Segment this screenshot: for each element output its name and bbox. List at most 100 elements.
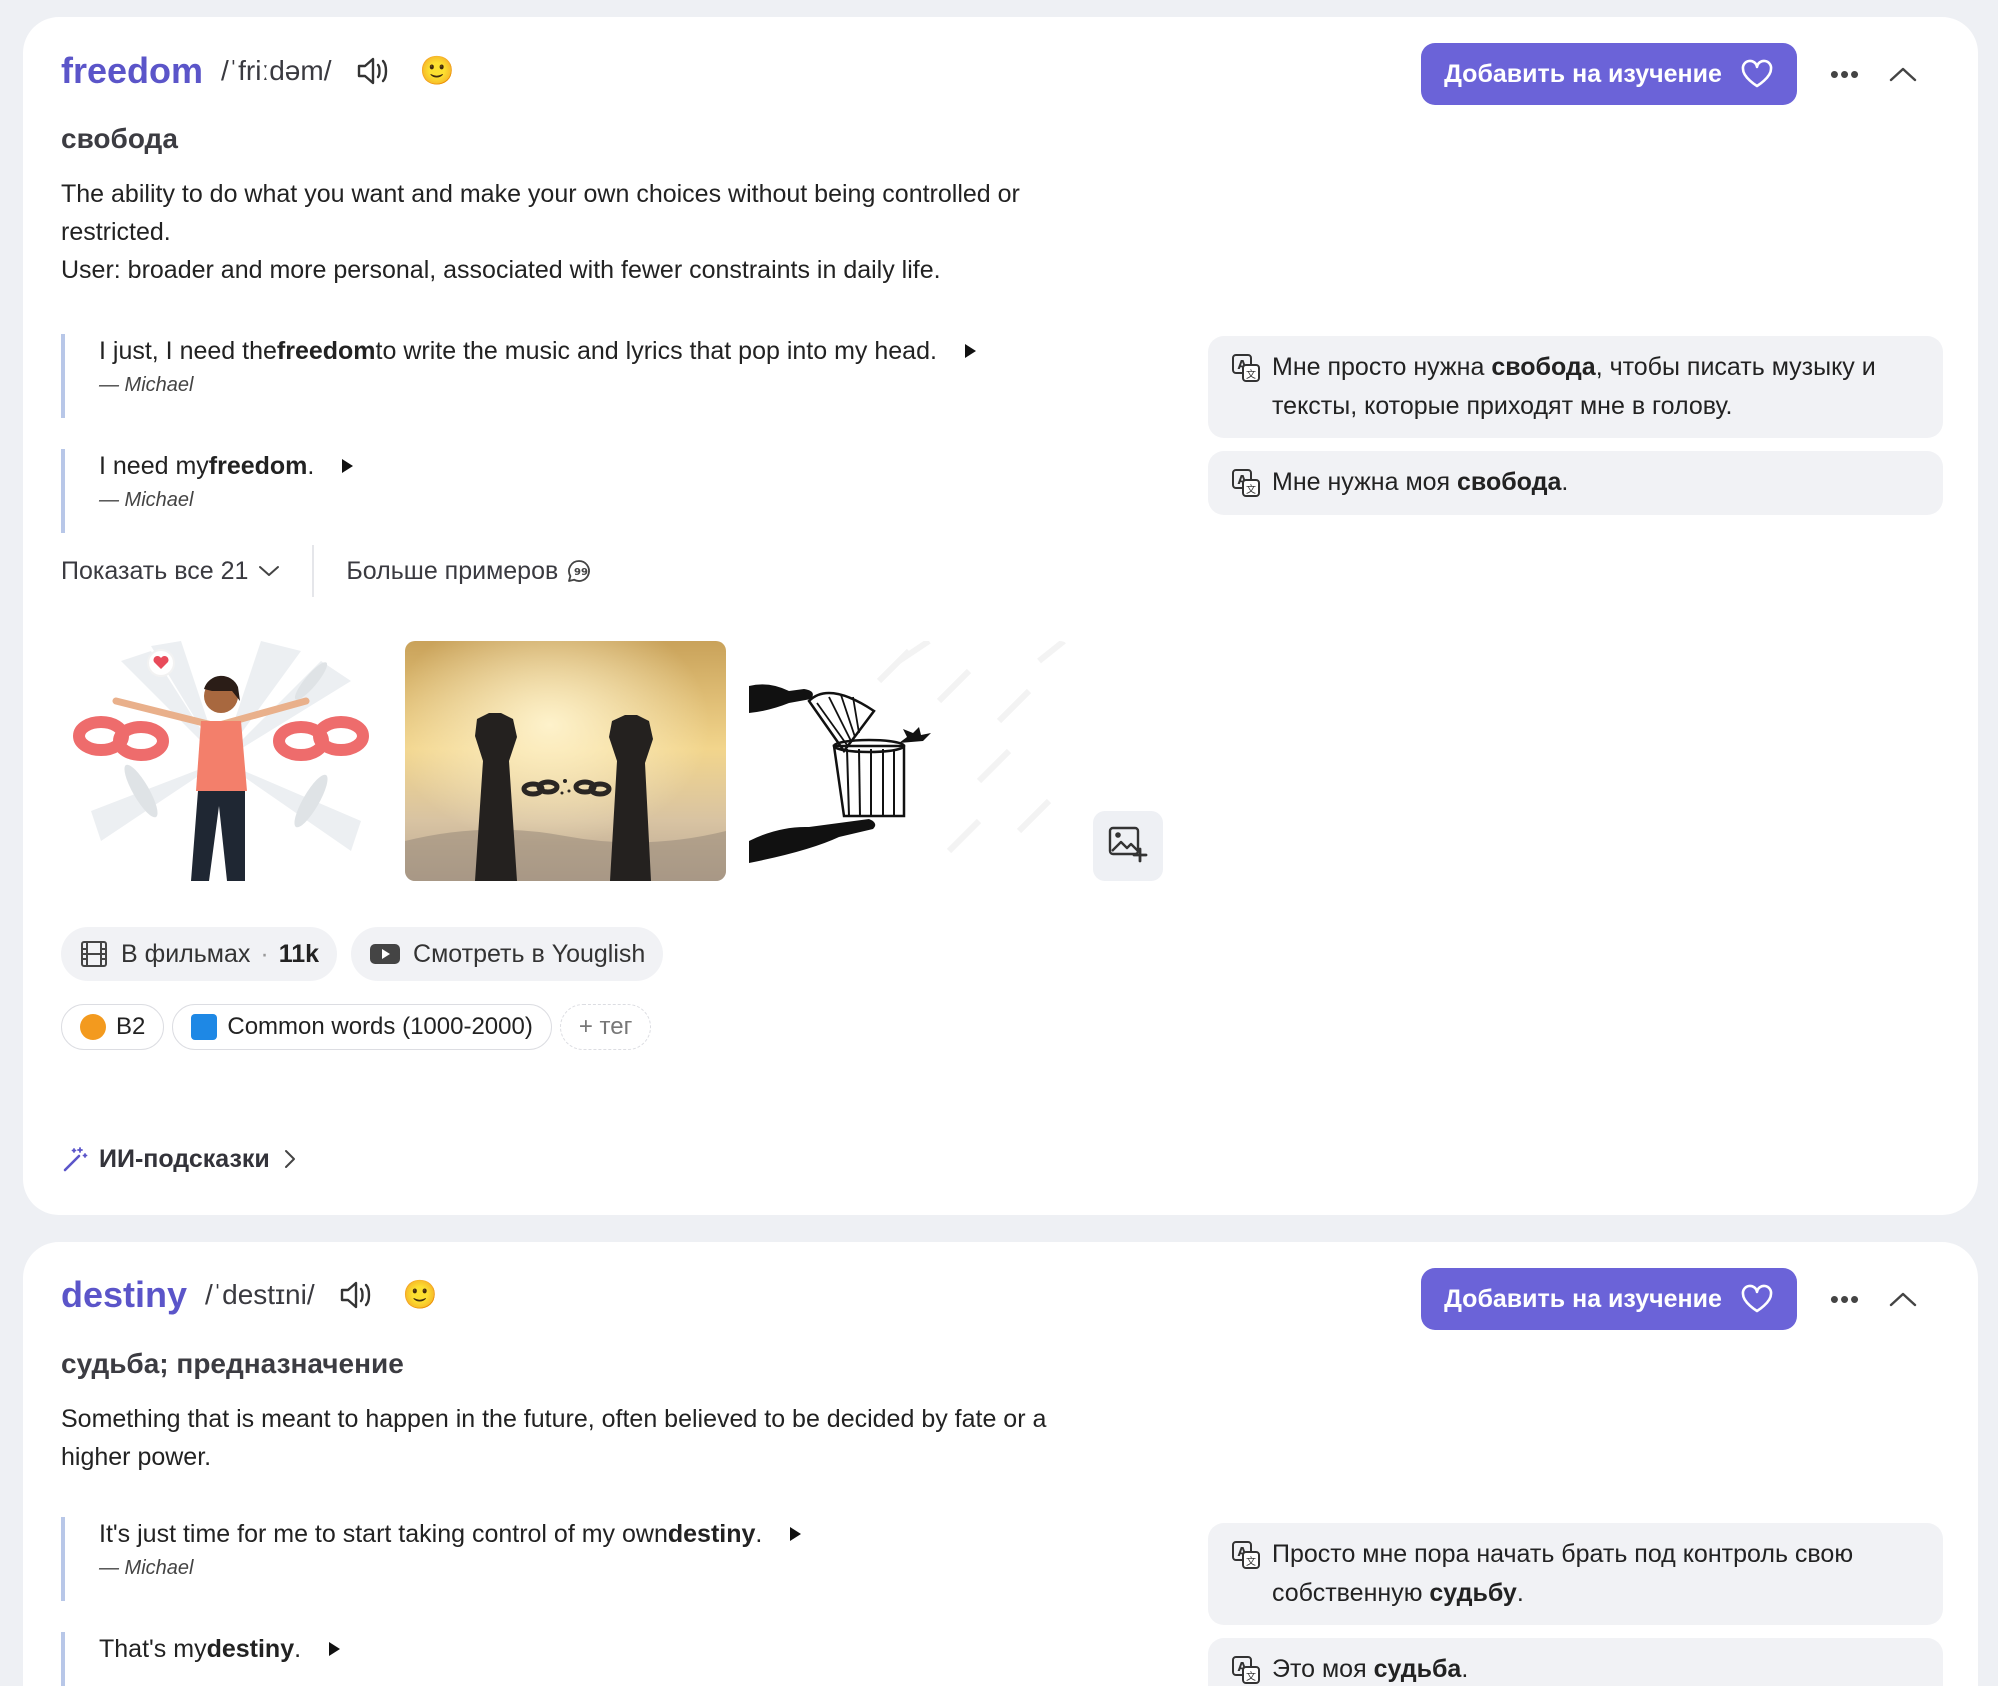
svg-text:文: 文 — [1246, 368, 1256, 381]
film-icon — [79, 939, 109, 969]
example-sentence: I need my freedom . — Michael — [61, 449, 364, 533]
example-author: — Michael — [99, 374, 194, 396]
svg-text:文: 文 — [1246, 483, 1256, 496]
translation-highlight: судьбу — [1429, 1579, 1517, 1607]
emoji-reaction-icon[interactable]: 🙂 — [403, 1281, 438, 1309]
orange-circle-icon — [80, 1014, 106, 1040]
translation-highlight: судьба — [1373, 1655, 1462, 1683]
example-translation: A文 Мне просто нужна свобода, чтобы писат… — [1208, 336, 1943, 438]
media-links: В фильмах · 11k Смотреть в Youglish — [61, 927, 677, 981]
add-image-button[interactable] — [1093, 811, 1163, 881]
svg-text:文: 文 — [1246, 1670, 1256, 1683]
translation-text-part: Мне нужна моя — [1272, 468, 1458, 496]
translation-text-part: . — [1516, 1579, 1524, 1607]
word-translation: судьба; предназначение — [61, 1348, 404, 1379]
example-text-part: to write the music and lyrics that pop i… — [375, 336, 937, 365]
play-icon[interactable] — [330, 449, 364, 483]
example-text-part: . — [307, 451, 315, 480]
svg-text:99: 99 — [574, 567, 588, 578]
show-all-examples-button[interactable]: Показать все 21 — [61, 557, 280, 586]
play-icon[interactable] — [953, 334, 987, 368]
play-icon[interactable] — [778, 1517, 812, 1551]
speaker-icon[interactable] — [356, 55, 392, 87]
example-highlight: destiny — [667, 1519, 756, 1548]
word-list-tag[interactable]: Common words (1000-2000) — [172, 1004, 552, 1050]
level-tag-label: B2 — [116, 1013, 146, 1040]
more-examples-label: Больше примеров — [346, 556, 559, 585]
word-card-destiny: destiny /ˈdestɪni/ 🙂 Добавить на изучени… — [23, 1242, 1978, 1686]
blue-square-icon — [191, 1014, 218, 1040]
add-tag-label: + тег — [578, 1013, 633, 1040]
definition-line: restricted. — [61, 218, 171, 246]
ai-hints-label: ИИ-подсказки — [99, 1144, 270, 1173]
word-title[interactable]: freedom — [61, 50, 203, 92]
add-to-study-button[interactable]: Добавить на изучение — [1421, 43, 1797, 105]
example-sentence: I just, I need the freedom to write the … — [61, 334, 987, 418]
translation-highlight: свобода — [1457, 468, 1562, 496]
translate-icon[interactable]: A文 — [1230, 352, 1262, 384]
chevron-right-icon — [284, 1149, 296, 1169]
example-text-part: . — [755, 1519, 763, 1548]
translation-text-part: . — [1561, 468, 1569, 496]
translation-text-part: Мне просто нужна — [1272, 353, 1492, 381]
illustration-image[interactable] — [61, 641, 382, 881]
definition-line: The ability to do what you want and make… — [61, 180, 1020, 208]
add-to-study-label: Добавить на изучение — [1444, 1284, 1722, 1313]
magic-wand-icon — [61, 1145, 89, 1173]
heart-icon — [1740, 1284, 1774, 1314]
example-author: — Michael — [99, 1557, 194, 1579]
movies-chip[interactable]: В фильмах · 11k — [61, 927, 338, 981]
add-to-study-label: Добавить на изучение — [1444, 59, 1722, 88]
show-all-label: Показать все 21 — [61, 556, 249, 585]
illustration-image[interactable] — [405, 641, 726, 881]
more-icon[interactable]: ••• — [1825, 1279, 1865, 1319]
translation-highlight: свобода — [1491, 353, 1596, 381]
card-actions: Добавить на изучение ••• — [1421, 1268, 1923, 1330]
youglish-label: Смотреть в Youglish — [413, 939, 646, 968]
illustration-image[interactable] — [749, 641, 1070, 881]
add-to-study-button[interactable]: Добавить на изучение — [1421, 1268, 1797, 1330]
more-examples-button[interactable]: Больше примеров 99 — [346, 557, 592, 586]
example-translation: A文 Это моя судьба. — [1208, 1638, 1943, 1686]
movies-label: В фильмах — [121, 939, 251, 968]
chevron-up-icon[interactable] — [1883, 1279, 1923, 1319]
more-icon[interactable]: ••• — [1825, 54, 1865, 94]
speaker-icon[interactable] — [339, 1279, 375, 1311]
example-text: It's just time for me to start taking co… — [99, 1517, 812, 1551]
youglish-chip[interactable]: Смотреть в Youglish — [351, 927, 664, 981]
add-image-icon — [1107, 825, 1149, 868]
word-title[interactable]: destiny — [61, 1274, 187, 1316]
example-text-part: I need my — [99, 451, 209, 480]
example-translation: A文 Мне нужна моя свобода. — [1208, 451, 1943, 515]
example-sentence: That's my destiny . — [61, 1632, 351, 1686]
example-author: — Michael — [99, 489, 194, 511]
word-header: destiny /ˈdestɪni/ 🙂 — [61, 1274, 438, 1316]
tag-list: B2 Common words (1000-2000) + тег — [61, 1004, 659, 1050]
translate-icon[interactable]: A文 — [1230, 467, 1262, 499]
definition-line: Something that is meant to happen in the… — [61, 1405, 1047, 1433]
translate-icon[interactable]: A文 — [1230, 1654, 1262, 1686]
translation-text-part: Это моя — [1272, 1655, 1374, 1683]
heart-icon — [1740, 59, 1774, 89]
example-highlight: destiny — [206, 1634, 295, 1663]
example-text: That's my destiny . — [99, 1632, 351, 1666]
play-icon[interactable] — [317, 1632, 351, 1666]
translation-text-part: Просто мне пора начать брать под контрол… — [1272, 1540, 1854, 1607]
example-highlight: freedom — [208, 451, 308, 480]
word-translation: свобода — [61, 123, 178, 154]
example-text-part: It's just time for me to start taking co… — [99, 1519, 668, 1548]
chevron-up-icon[interactable] — [1883, 54, 1923, 94]
example-text-part: I just, I need the — [99, 336, 277, 365]
word-header: freedom /ˈfriːdəm/ 🙂 — [61, 50, 455, 92]
word-definition: The ability to do what you want and make… — [61, 175, 1081, 289]
example-text-part: . — [294, 1634, 302, 1663]
add-tag-button[interactable]: + тег — [559, 1004, 652, 1050]
ai-hints-button[interactable]: ИИ-подсказки — [61, 1141, 296, 1177]
example-text-part: That's my — [99, 1634, 207, 1663]
emoji-reaction-icon[interactable]: 🙂 — [420, 57, 455, 85]
example-translation: A文 Просто мне пора начать брать под конт… — [1208, 1523, 1943, 1625]
level-tag[interactable]: B2 — [61, 1004, 165, 1050]
example-sentence: It's just time for me to start taking co… — [61, 1517, 812, 1601]
translate-icon[interactable]: A文 — [1230, 1539, 1262, 1571]
illustration-gallery — [61, 641, 1163, 881]
